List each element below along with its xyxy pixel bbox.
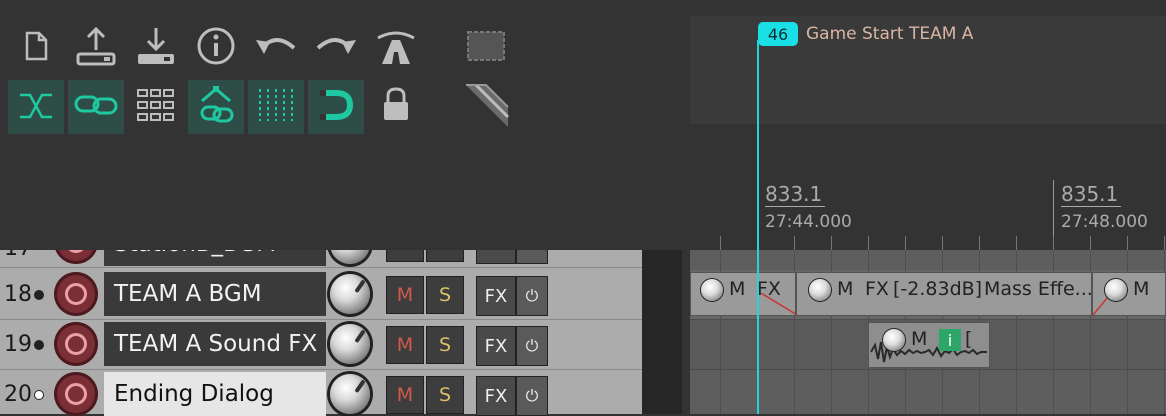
- lock-toggle-button[interactable]: [368, 80, 424, 134]
- volume-knob[interactable]: [330, 374, 370, 414]
- volume-knob[interactable]: [330, 274, 370, 314]
- item-info-badge[interactable]: i: [939, 329, 961, 351]
- item-gain-label: [-2.83dB]: [893, 278, 983, 300]
- track-folder-dot[interactable]: [34, 290, 44, 300]
- download-icon[interactable]: [132, 22, 180, 70]
- track-folder-dot[interactable]: [34, 340, 44, 350]
- solo-button[interactable]: S: [426, 276, 464, 314]
- ruler-tick: [1090, 236, 1091, 250]
- media-item[interactable]: M FX [-2.83dB] Mass Effe...: [796, 272, 1092, 316]
- track-number: 20: [4, 382, 32, 407]
- marquee-select-icon[interactable]: [462, 22, 510, 70]
- ruler-tick: [1016, 236, 1017, 250]
- item-mute-button[interactable]: M: [729, 273, 745, 305]
- volume-knob[interactable]: [330, 324, 370, 364]
- ruler-tick: [979, 236, 980, 250]
- ruler-time-label: 27:44.000: [765, 212, 852, 232]
- ruler-underline: [1061, 206, 1121, 207]
- ruler-tick: [720, 236, 721, 250]
- magnet-icon: [316, 85, 356, 129]
- ruler-tick: [942, 236, 943, 250]
- media-item[interactable]: M FX: [690, 272, 796, 316]
- ruler-bar-label: 833.1: [765, 182, 823, 206]
- fx-button[interactable]: FX: [476, 376, 516, 416]
- ruler-tick: [868, 236, 869, 250]
- track-row[interactable]: 20 Ending Dialog M S FX ⏻: [0, 370, 642, 416]
- media-item[interactable]: M i [: [868, 322, 990, 368]
- grouping-toggle-button[interactable]: [188, 80, 244, 134]
- mute-button[interactable]: M: [386, 326, 424, 364]
- item-fx-button[interactable]: FX: [865, 273, 889, 305]
- marker-label: Game Start TEAM A: [806, 24, 974, 44]
- crossfade-icon: [16, 85, 56, 129]
- record-arm-button[interactable]: [54, 322, 98, 366]
- media-item[interactable]: M: [1092, 272, 1166, 316]
- item-volume-knob[interactable]: [701, 279, 723, 301]
- link-icon: [72, 85, 120, 129]
- ruler-tick: [1164, 236, 1165, 250]
- track-panel-divider: [642, 250, 682, 414]
- link-toggle-button[interactable]: [68, 80, 124, 134]
- item-volume-knob[interactable]: [883, 329, 905, 351]
- snap-toggle-button[interactable]: [308, 80, 364, 134]
- track-number: 19: [4, 332, 32, 357]
- fx-button[interactable]: FX: [476, 276, 516, 316]
- ruler-bar-label: 835.1: [1061, 182, 1119, 206]
- track-number: 18: [4, 282, 32, 307]
- record-arm-button[interactable]: [54, 272, 98, 316]
- mute-button[interactable]: M: [386, 276, 424, 314]
- record-icon: [65, 333, 87, 355]
- snap-grid-icon: [256, 87, 296, 127]
- fx-bypass-button[interactable]: ⏻: [516, 326, 548, 366]
- undo-icon[interactable]: [252, 22, 300, 70]
- grouping-icon: [194, 83, 238, 131]
- track-folder-dot[interactable]: [34, 390, 44, 400]
- fx-bypass-button[interactable]: ⏻: [516, 376, 548, 416]
- track-name[interactable]: TEAM A BGM: [104, 272, 326, 316]
- ruler-tick: [831, 236, 832, 250]
- grid-icon: [136, 87, 176, 127]
- record-arm-button[interactable]: [54, 372, 98, 416]
- solo-button[interactable]: S: [426, 326, 464, 364]
- render-road-icon[interactable]: [372, 22, 420, 70]
- fx-bypass-button[interactable]: ⏻: [516, 276, 548, 316]
- mute-button[interactable]: M: [386, 376, 424, 414]
- item-name: Mass Effe...: [984, 278, 1092, 300]
- info-icon[interactable]: [192, 22, 240, 70]
- track-row[interactable]: 18 TEAM A BGM M S FX ⏻: [0, 270, 642, 320]
- item-volume-knob[interactable]: [1105, 279, 1127, 301]
- ruler-underline: [765, 206, 825, 207]
- ruler-time-label: 27:48.000: [1061, 212, 1148, 232]
- upload-icon[interactable]: [72, 22, 120, 70]
- item-mute-button[interactable]: M: [911, 323, 927, 355]
- new-project-icon[interactable]: [12, 22, 60, 70]
- item-mute-button[interactable]: M: [1133, 273, 1149, 305]
- item-bracket: [: [965, 328, 973, 350]
- record-icon: [65, 283, 87, 305]
- fx-button[interactable]: FX: [476, 326, 516, 366]
- redo-icon[interactable]: [312, 22, 360, 70]
- grid-toggle-button[interactable]: [128, 80, 184, 134]
- crossfade-toggle-button[interactable]: [8, 80, 64, 134]
- ruler-tick: [1053, 236, 1054, 250]
- lock-icon: [379, 86, 413, 128]
- solo-button[interactable]: S: [426, 376, 464, 414]
- tcp-mask: [0, 170, 690, 250]
- marker-number-badge[interactable]: 46: [758, 22, 798, 46]
- track-lane[interactable]: [690, 370, 1166, 414]
- track-row[interactable]: 19 TEAM A Sound FX M S FX ⏻: [0, 320, 642, 370]
- ruler-edit-button[interactable]: [458, 80, 514, 134]
- item-volume-knob[interactable]: [809, 279, 831, 301]
- record-icon: [65, 383, 87, 405]
- snap-grid-toggle-button[interactable]: [248, 80, 304, 134]
- ruler-tick: [794, 236, 795, 250]
- track-name[interactable]: Ending Dialog: [104, 372, 326, 416]
- timeline-top-strip: [682, 0, 1166, 16]
- item-mute-button[interactable]: M: [837, 273, 853, 305]
- ruler-tick: [1127, 236, 1128, 250]
- ruler-tick: [905, 236, 906, 250]
- ruler-edit-icon: [462, 81, 510, 133]
- edit-cursor[interactable]: [757, 40, 759, 414]
- track-name[interactable]: TEAM A Sound FX: [104, 322, 326, 366]
